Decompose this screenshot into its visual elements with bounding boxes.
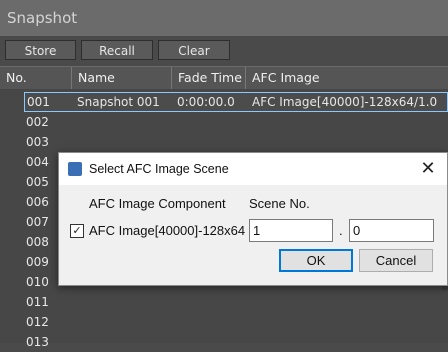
scene-separator: . xyxy=(339,223,343,238)
close-icon[interactable]: ✕ xyxy=(419,158,437,179)
row-number: 009 xyxy=(26,255,49,269)
row-number: 002 xyxy=(26,115,49,129)
row-number: 004 xyxy=(26,155,49,169)
table-row[interactable]: 012 xyxy=(0,312,448,332)
row-number: 005 xyxy=(26,175,49,189)
dialog-title-bar: Select AFC Image Scene ✕ xyxy=(59,153,447,185)
column-header-afc-image[interactable]: AFC Image xyxy=(246,67,448,89)
row-fade-time: 0:00:00.0 xyxy=(177,95,235,109)
table-row[interactable]: 003 xyxy=(0,132,448,152)
component-checkbox[interactable]: ✓ xyxy=(70,224,84,238)
row-number: 010 xyxy=(26,275,49,289)
row-afc-image: AFC Image[40000]-128x64/1.0 xyxy=(252,95,438,109)
cancel-button[interactable]: Cancel xyxy=(359,249,433,272)
table-row[interactable]: 013 xyxy=(0,332,448,352)
row-number: 007 xyxy=(26,215,49,229)
row-name: Snapshot 001 xyxy=(77,95,160,109)
row-number: 013 xyxy=(26,335,49,349)
clear-button[interactable]: Clear xyxy=(158,40,230,60)
row-number: 012 xyxy=(26,315,49,329)
table-header: No. Name Fade Time AFC Image xyxy=(0,66,448,90)
scene-no-heading: Scene No. xyxy=(249,196,310,211)
snapshot-toolbar: Store Recall Clear xyxy=(0,36,448,66)
scene-major-input[interactable]: 1 xyxy=(249,219,333,242)
select-afc-image-scene-dialog: Select AFC Image Scene ✕ AFC Image Compo… xyxy=(58,152,448,286)
checkmark-icon: ✓ xyxy=(72,225,82,237)
recall-button[interactable]: Recall xyxy=(81,40,153,60)
dialog-title: Select AFC Image Scene xyxy=(89,162,229,176)
column-header-name[interactable]: Name xyxy=(72,67,172,89)
row-number: 008 xyxy=(26,235,49,249)
column-header-fade-time[interactable]: Fade Time xyxy=(172,67,246,89)
ok-button[interactable]: OK xyxy=(279,249,353,272)
panel-title-bar: Snapshot xyxy=(0,0,448,37)
store-button[interactable]: Store xyxy=(5,40,76,60)
row-number: 003 xyxy=(26,135,49,149)
panel-title: Snapshot xyxy=(7,9,78,27)
afc-image-component-heading: AFC Image Component xyxy=(89,196,226,211)
table-row[interactable]: 001 Snapshot 001 0:00:00.0 AFC Image[400… xyxy=(24,92,448,112)
column-header-no[interactable]: No. xyxy=(0,67,72,89)
scene-minor-input[interactable]: 0 xyxy=(349,219,434,242)
row-number: 006 xyxy=(26,195,49,209)
app-icon xyxy=(68,162,82,176)
row-number: 001 xyxy=(27,95,50,109)
component-label: AFC Image[40000]-128x64 xyxy=(89,223,246,238)
row-number: 011 xyxy=(26,295,49,309)
table-row[interactable]: 002 xyxy=(0,112,448,132)
table-row[interactable]: 011 xyxy=(0,292,448,312)
